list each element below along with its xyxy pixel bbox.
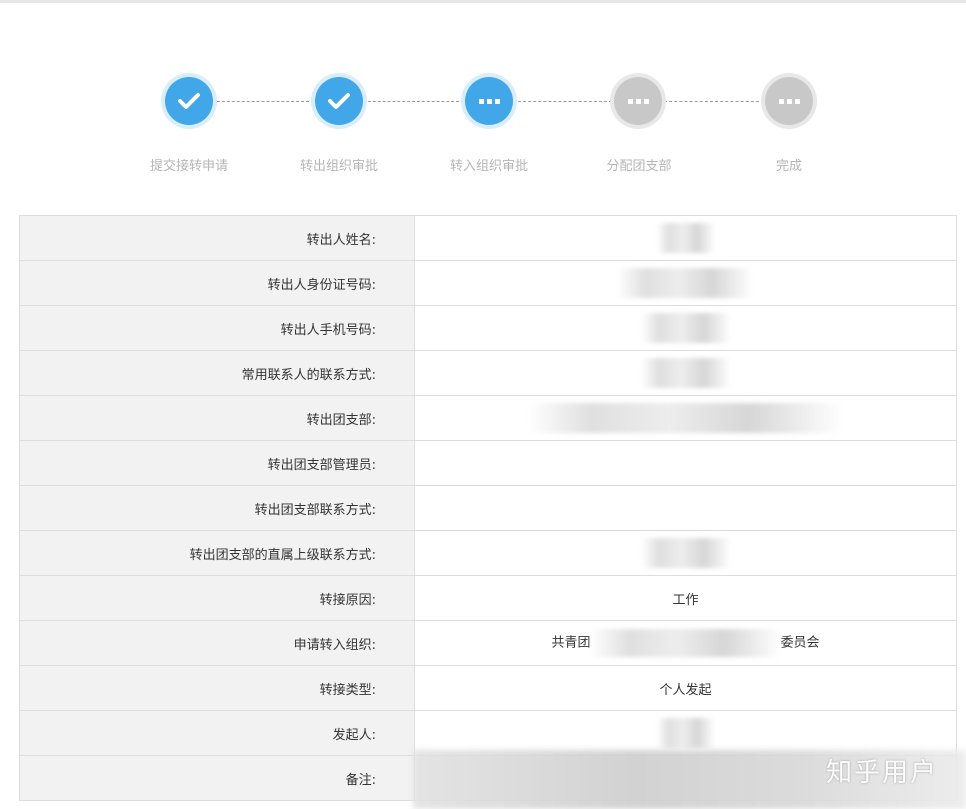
target-org-suffix: 委员会 [780,635,820,651]
row-label-id-number: 转出人身份证号码: [19,260,415,306]
row-label-transfer-type: 转接类型: [19,665,415,711]
row-label-target-organization: 申请转入组织: [19,620,415,666]
row-label-superior-contact: 转出团支部的直属上级联系方式: [19,530,415,576]
row-value-outgoing-branch [414,395,957,441]
row-label-transferor-name: 转出人姓名: [19,215,415,261]
row-value-id-number [414,260,957,306]
table-row: 转出团支部的直属上级联系方式: [19,530,957,576]
step-connector [363,101,464,102]
target-org-prefix: 共青团 [551,635,591,651]
redacted-blur [640,538,731,568]
row-value-branch-admin [414,440,957,486]
redacted-blur [656,718,715,748]
step-5-ellipsis-icon [765,77,813,125]
table-row: 转出团支部管理员: [19,440,957,486]
row-label-initiator: 发起人: [19,710,415,756]
step-label-submit: 提交接转申请 [149,159,228,174]
redacted-blur [656,223,715,253]
row-label-phone: 转出人手机号码: [19,305,415,351]
step-label-assign-branch: 分配团支部 [606,159,672,174]
row-value-transfer-reason: 工作 [414,575,957,621]
transfer-info-table: 转出人姓名: 转出人身份证号码: 转出人手机号码: 常用联系人的联系方式: 转出… [19,215,957,801]
row-value-target-organization: 共青团 委员会 [414,620,957,666]
step-connector [212,101,314,102]
row-value-branch-contact [414,485,957,531]
step-4-ellipsis-icon [614,77,662,125]
row-label-outgoing-branch: 转出团支部: [19,395,415,441]
step-label-incoming-approval: 转入组织审批 [449,159,528,174]
redacted-blur [640,358,731,388]
table-row: 申请转入组织: 共青团 委员会 [19,620,957,666]
table-row: 转接类型: 个人发起 [19,665,957,711]
table-row: 转出团支部: [19,395,957,441]
table-row: 常用联系人的联系方式: [19,350,957,396]
redacted-blur [528,403,843,433]
row-value-initiator [414,710,957,756]
table-row: 转出人手机号码: [19,305,957,351]
row-label-remarks: 备注: [19,755,415,801]
step-connector [513,101,612,102]
row-label-emergency-contact: 常用联系人的联系方式: [19,350,415,396]
step-1-check-icon [165,77,213,125]
watermark: 知乎用户 [825,758,938,788]
table-row: 发起人: [19,710,957,756]
row-value-phone [414,305,957,351]
row-value-transferor-name [414,215,957,261]
redacted-blur [618,268,753,298]
row-value-transfer-type: 个人发起 [414,665,957,711]
table-row: 转接原因: 工作 [19,575,957,621]
row-label-transfer-reason: 转接原因: [19,575,415,621]
row-label-branch-admin: 转出团支部管理员: [19,440,415,486]
step-connector [664,101,764,102]
redacted-blur [590,629,781,657]
row-value-superior-contact [414,530,957,576]
progress-stepper: 提交接转申请 转出组织审批 转入组织审批 分配团支部 完成 [0,0,966,200]
step-3-ellipsis-icon [465,77,513,125]
row-label-branch-contact: 转出团支部联系方式: [19,485,415,531]
step-label-outgoing-approval: 转出组织审批 [299,159,378,174]
table-row: 转出人身份证号码: [19,260,957,306]
redacted-blur [640,313,731,343]
row-value-emergency-contact [414,350,957,396]
step-2-check-icon [315,77,363,125]
table-row: 转出团支部联系方式: [19,485,957,531]
table-row: 转出人姓名: [19,215,957,261]
step-label-complete: 完成 [775,159,802,174]
